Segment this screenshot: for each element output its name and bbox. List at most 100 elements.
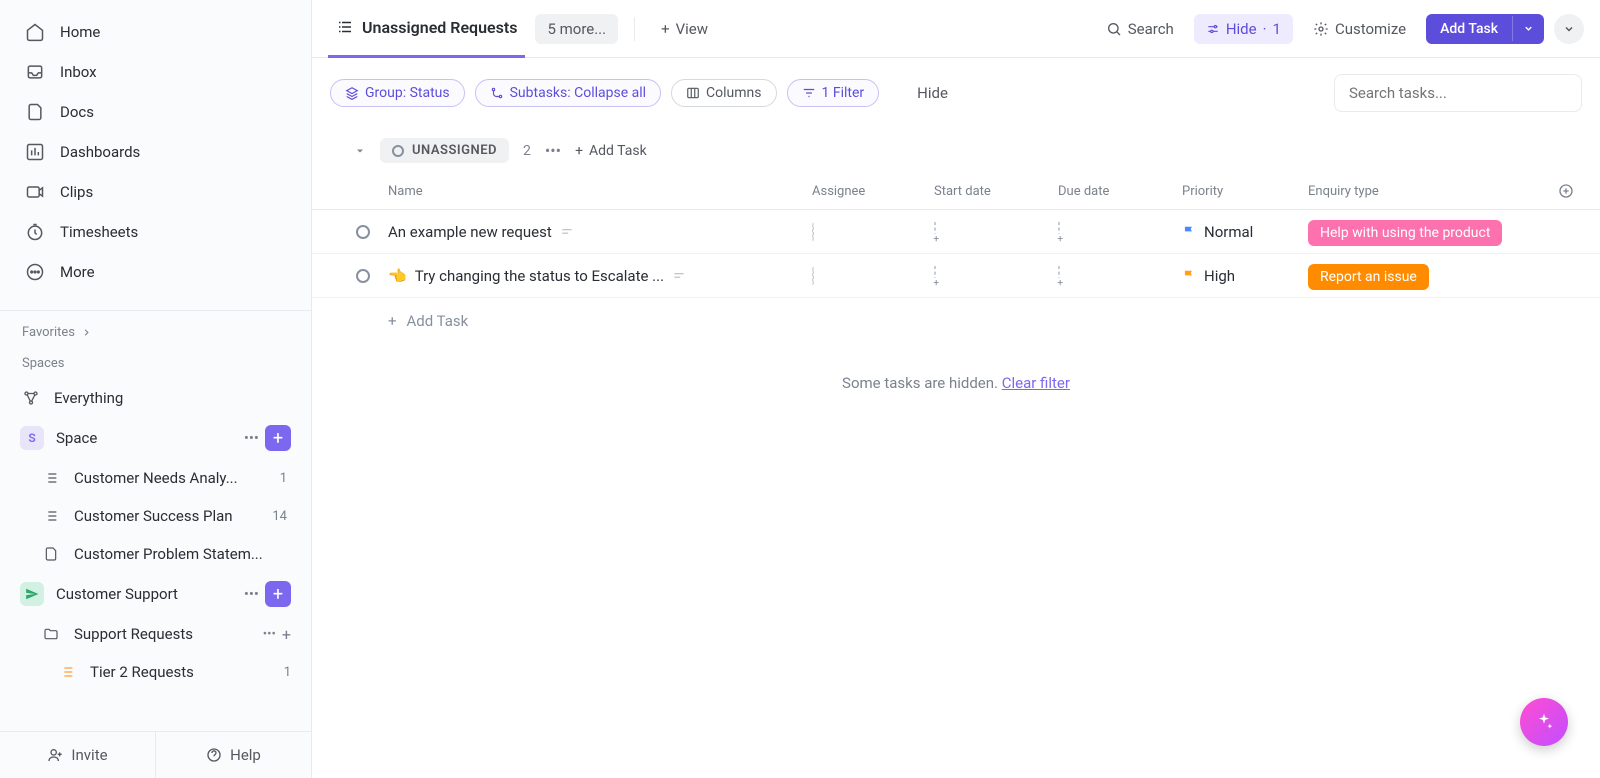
search-button[interactable]: Search — [1096, 14, 1184, 44]
col-assignee[interactable]: Assignee — [812, 184, 934, 199]
search-icon — [1106, 21, 1122, 37]
folder-icon — [40, 623, 62, 645]
clips-icon — [24, 181, 46, 203]
edit-icon[interactable] — [672, 269, 686, 283]
divider — [0, 310, 311, 311]
col-priority[interactable]: Priority — [1182, 184, 1308, 199]
assignee-cell[interactable] — [812, 267, 934, 285]
filter-bar: Group: Status Subtasks: Collapse all Col… — [312, 58, 1600, 128]
chevron-down-icon[interactable] — [1512, 16, 1544, 41]
sidebar-space[interactable]: S Space ••• + — [0, 417, 311, 459]
count-badge: 1 — [280, 471, 287, 486]
hide-button[interactable]: Hide · 1 — [1194, 14, 1293, 44]
add-task-row[interactable]: + Add Task — [312, 298, 1600, 344]
task-name[interactable]: 👈 Try changing the status to Escalate ..… — [388, 267, 812, 285]
sidebar-item-label: Tier 2 Requests — [90, 663, 194, 681]
network-icon — [20, 387, 42, 409]
sidebar-sub-sub-item[interactable]: Tier 2 Requests 1 — [0, 653, 311, 691]
sidebar-sub-item[interactable]: Customer Needs Analy... 1 — [0, 459, 311, 497]
dashboard-icon — [24, 141, 46, 163]
tab-unassigned[interactable]: Unassigned Requests — [328, 0, 525, 58]
columns-pill[interactable]: Columns — [671, 79, 776, 107]
due-date-cell[interactable] — [1058, 267, 1182, 285]
more-tabs-chip[interactable]: 5 more... — [535, 14, 618, 44]
sidebar-sub-item[interactable]: Support Requests ••• + — [0, 615, 311, 653]
more-icon — [24, 261, 46, 283]
dots-icon[interactable]: ••• — [244, 585, 259, 603]
assignee-cell[interactable] — [812, 223, 934, 241]
subtasks-pill[interactable]: Subtasks: Collapse all — [475, 79, 661, 107]
dots-icon[interactable]: ••• — [244, 429, 259, 447]
task-row[interactable]: 👈 Try changing the status to Escalate ..… — [312, 254, 1600, 298]
col-enquiry-type[interactable]: Enquiry type — [1308, 184, 1558, 199]
filter-pill[interactable]: 1 Filter — [787, 79, 880, 107]
priority-cell[interactable]: Normal — [1182, 223, 1308, 241]
col-name[interactable]: Name — [354, 184, 812, 199]
group-count: 2 — [523, 143, 531, 159]
ai-fab[interactable] — [1520, 698, 1568, 746]
add-column-button[interactable] — [1558, 183, 1600, 199]
nav-more[interactable]: More — [0, 252, 311, 292]
nav-clips[interactable]: Clips — [0, 172, 311, 212]
nav-label: Home — [60, 23, 100, 41]
customize-button[interactable]: Customize — [1303, 14, 1416, 44]
help-button[interactable]: Help — [156, 732, 311, 778]
sidebar-sub-item[interactable]: Customer Success Plan 14 — [0, 497, 311, 535]
clear-filter-link[interactable]: Clear filter — [1002, 374, 1070, 392]
label: Add Task — [1426, 14, 1512, 44]
nav-inbox[interactable]: Inbox — [0, 52, 311, 92]
sidebar-item-label: Customer Success Plan — [74, 507, 233, 525]
col-start-date[interactable]: Start date — [934, 184, 1058, 199]
dots-icon[interactable]: ••• — [263, 627, 276, 642]
nav-dashboards[interactable]: Dashboards — [0, 132, 311, 172]
priority-label: Normal — [1204, 223, 1253, 241]
sidebar-everything[interactable]: Everything — [0, 379, 311, 417]
collapse-toggle[interactable] — [354, 145, 366, 157]
sidebar-space-support[interactable]: Customer Support ••• + — [0, 573, 311, 615]
task-name[interactable]: An example new request — [388, 223, 812, 241]
plus-icon[interactable]: + — [282, 625, 291, 644]
main: Unassigned Requests 5 more... + View Sea… — [312, 0, 1600, 778]
add-view-button[interactable]: + View — [651, 14, 718, 44]
group-pill[interactable]: Group: Status — [330, 79, 465, 107]
sidebar-sub-item[interactable]: Customer Problem Statem... — [0, 535, 311, 573]
label: UNASSIGNED — [412, 143, 497, 158]
sidebar-item-label: Customer Problem Statem... — [74, 545, 263, 563]
nav-docs[interactable]: Docs — [0, 92, 311, 132]
nav-timesheets[interactable]: Timesheets — [0, 212, 311, 252]
space-badge: S — [20, 426, 44, 450]
edit-icon[interactable] — [560, 225, 574, 239]
priority-cell[interactable]: High — [1182, 267, 1308, 285]
nav-label: Inbox — [60, 63, 97, 81]
due-date-cell[interactable] — [1058, 223, 1182, 241]
nav-home[interactable]: Home — [0, 12, 311, 52]
start-date-cell[interactable] — [934, 223, 1058, 241]
status-pill[interactable]: UNASSIGNED — [380, 138, 509, 163]
task-status[interactable] — [312, 225, 388, 239]
chevron-right-icon — [81, 327, 92, 338]
start-date-cell[interactable] — [934, 267, 1058, 285]
enquiry-cell[interactable]: Help with using the product — [1308, 223, 1558, 241]
overflow-button[interactable] — [1554, 14, 1584, 44]
sliders-icon — [1206, 22, 1220, 36]
hide-filter-button[interactable]: Hide — [907, 78, 958, 108]
spaces-section[interactable]: Spaces — [0, 348, 311, 379]
invite-button[interactable]: Invite — [0, 732, 156, 778]
add-task-button[interactable]: Add Task — [1426, 14, 1544, 44]
sidebar-item-label: Customer Support — [56, 585, 178, 603]
hidden-tasks-message: Some tasks are hidden. Clear filter — [312, 344, 1600, 422]
search-tasks-input[interactable] — [1334, 74, 1582, 112]
task-status[interactable] — [312, 269, 388, 283]
gear-icon — [1313, 21, 1329, 37]
inbox-icon — [24, 61, 46, 83]
add-button[interactable]: + — [265, 425, 291, 451]
favorites-section[interactable]: Favorites — [0, 317, 311, 348]
col-due-date[interactable]: Due date — [1058, 184, 1182, 199]
add-task-inline[interactable]: + Add Task — [575, 143, 647, 159]
enquiry-cell[interactable]: Report an issue — [1308, 267, 1558, 285]
nav-label: Dashboards — [60, 143, 140, 161]
dots-icon[interactable]: ••• — [545, 141, 561, 160]
task-row[interactable]: An example new request Normal Help with … — [312, 210, 1600, 254]
space-actions: ••• + — [244, 425, 291, 451]
add-button[interactable]: + — [265, 581, 291, 607]
